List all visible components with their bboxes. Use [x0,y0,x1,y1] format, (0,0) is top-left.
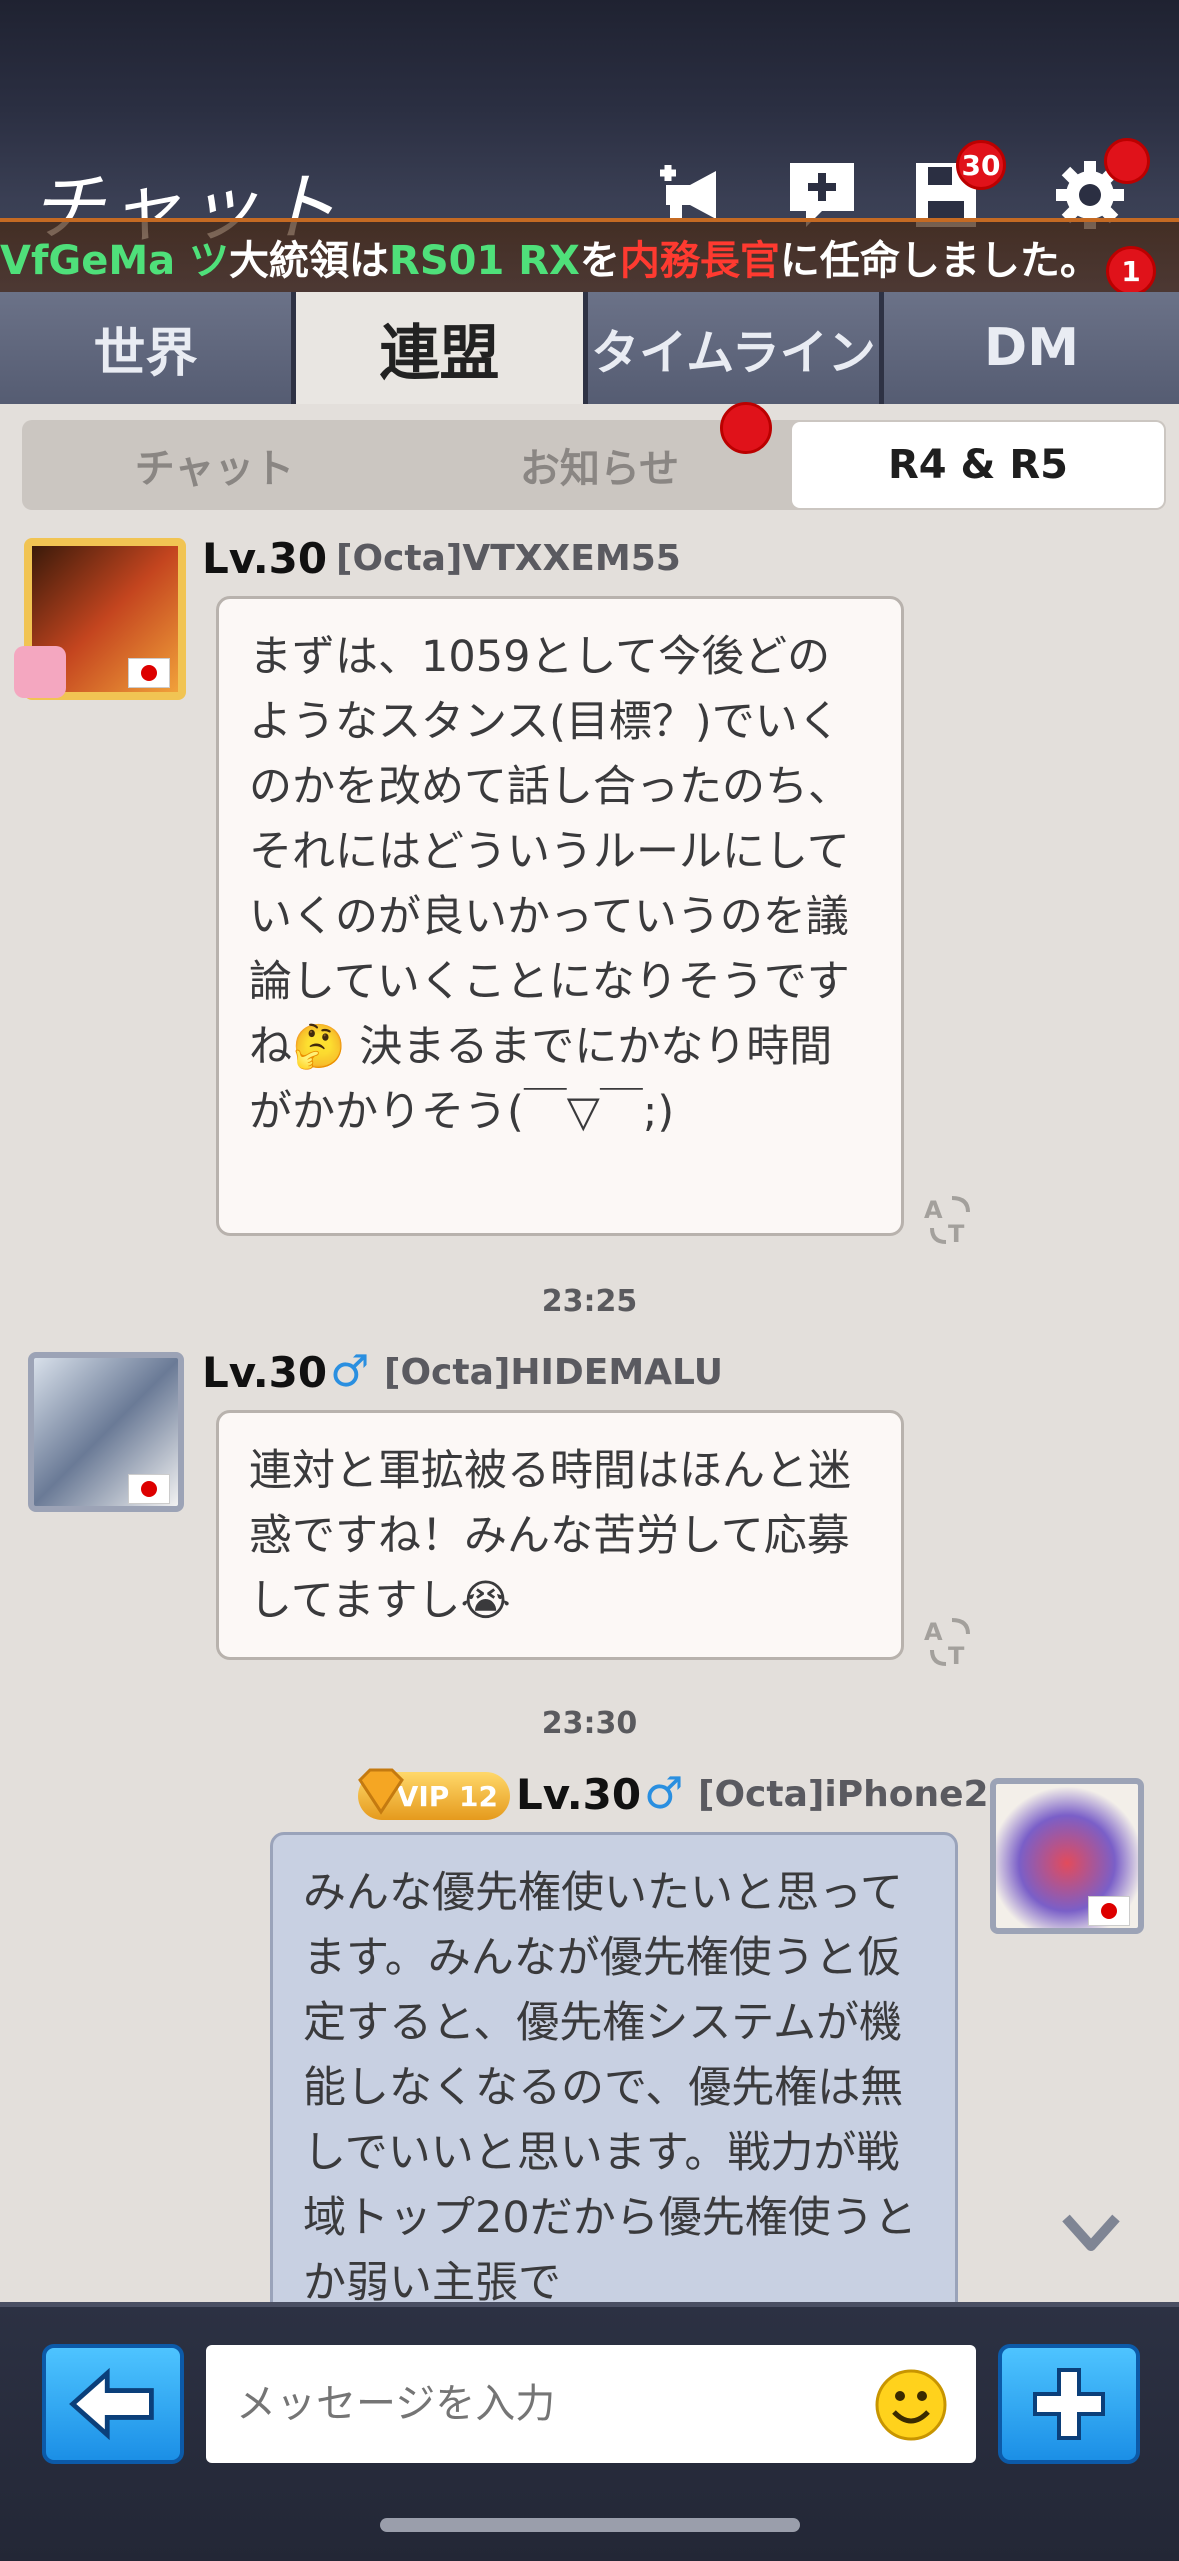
notice-notification-dot [720,402,772,454]
add-button[interactable] [998,2344,1140,2464]
ticker-badge: 1 [1106,246,1156,296]
svg-text:A: A [924,1196,943,1224]
emoji-button[interactable] [874,2368,948,2442]
sender-level: Lv.30 [516,1770,642,1819]
sender-name[interactable]: [Octa]HIDEMALU [384,1352,723,1393]
tab-dm[interactable]: DM [884,292,1179,404]
avatar[interactable] [990,1778,1144,1934]
message-bubble[interactable]: 連対と軍拡被る時間はほんと迷惑ですね！みんな苦労して応募してますし😭 [216,1410,904,1660]
translate-icon[interactable]: AT [922,1614,978,1670]
subtab-chat[interactable]: チャット [22,420,407,510]
tab-alliance[interactable]: 連盟 [296,292,588,404]
subtab-r4-r5[interactable]: R4 & R5 [792,422,1164,508]
vip-badge-label: VIP 12 [396,1779,498,1813]
tab-timeline[interactable]: タイムライン [588,292,884,404]
svg-text:T: T [948,1642,965,1670]
ticker-role: 内務長官 [619,238,780,284]
smiley-icon [875,2369,947,2441]
japan-flag-icon [128,1474,170,1504]
arrow-left-icon [69,2367,154,2441]
back-button[interactable] [42,2344,184,2464]
japan-flag-icon [128,658,170,688]
message-input[interactable] [206,2345,976,2463]
japan-flag-icon [1088,1896,1130,1926]
chevron-down-icon[interactable] [1060,2208,1122,2260]
announcement-text: VfGeMa ツ大統領はRS01 RXを内務長官に任命しました。 [0,226,1100,296]
home-indicator [380,2518,800,2532]
translate-icon[interactable]: AT [922,1192,978,1248]
ticker-appointee: RS01 RX [389,238,580,284]
ticker-text-3: に任命しました。 [779,238,1100,284]
avatar[interactable] [28,1352,184,1512]
sender-level: Lv.30 [202,534,328,583]
message-bubble[interactable]: まずは、1059として今後どのようなスタンス(目標？)でいくのかを改めて話し合っ… [216,596,904,1236]
vip-diamond-icon [356,1766,406,1816]
ticker-text-2: を [579,238,620,284]
male-gender-icon: ♂ [330,1346,370,1397]
settings-notification-dot [1104,138,1150,184]
plus-icon [1033,2368,1105,2440]
sender-name[interactable]: [Octa]VTXXEM55 [336,538,681,579]
cake-icon [14,646,66,698]
tab-world[interactable]: 世界 [0,292,296,404]
sender-level: Lv.30 [202,1348,328,1397]
svg-text:A: A [924,1618,943,1646]
ticker-text-1: 大統領は [229,238,390,284]
sender-name[interactable]: [Octa]iPhone210 [698,1774,1039,1815]
ticker-badge-count: 1 [1121,254,1141,288]
timestamp: 23:25 [541,1284,638,1319]
timestamp: 23:30 [541,1706,638,1741]
male-gender-icon: ♂ [644,1768,684,1819]
mail-badge-count: 30 [961,148,1001,182]
svg-text:T: T [948,1220,965,1248]
mail-badge: 30 [956,140,1006,190]
ticker-player-name: VfGeMa ツ [0,238,230,284]
